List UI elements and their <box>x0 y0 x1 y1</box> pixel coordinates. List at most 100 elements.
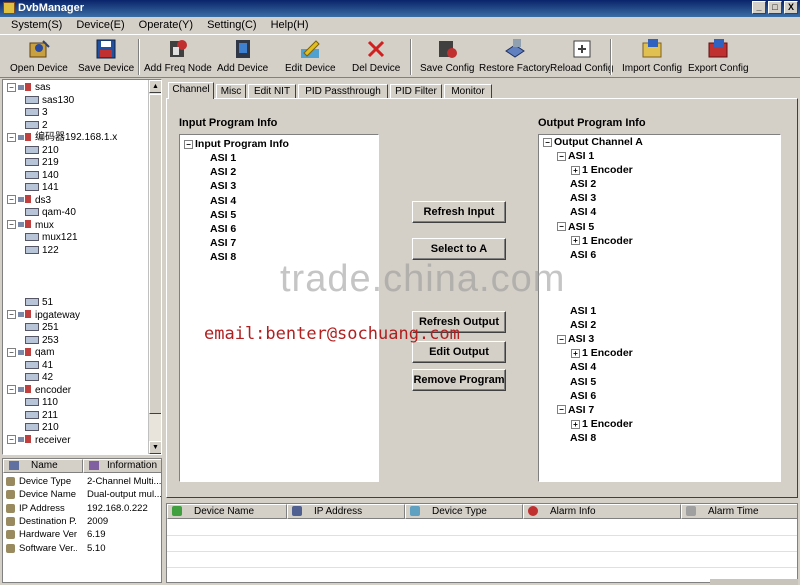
collapse-icon[interactable]: − <box>7 385 16 395</box>
tree-device-node[interactable]: 219 <box>25 157 59 169</box>
info-header-value[interactable]: Information <box>83 459 161 473</box>
input-asi-item[interactable]: ASI 6 <box>210 222 236 236</box>
reload-config-button[interactable]: Reload Config <box>550 37 613 74</box>
tree-device-node[interactable]: 3 <box>25 107 48 119</box>
tree-device-node[interactable]: qam-40 <box>25 207 76 219</box>
tree-device-node[interactable]: 41 <box>25 360 53 372</box>
menu-operate[interactable]: Operate(Y) <box>132 17 200 34</box>
output-encoder-item[interactable]: +1 Encoder <box>571 234 633 248</box>
tree-device-node[interactable]: 253 <box>25 335 59 347</box>
tab-pid-filter[interactable]: PID Filter <box>390 84 442 99</box>
output-root-node[interactable]: − Output Channel A <box>543 135 643 149</box>
export-config-button[interactable]: Export Config <box>688 37 749 74</box>
tree-group-node[interactable]: − 编码器192.168.1.x <box>7 132 117 144</box>
collapse-icon[interactable]: − <box>557 334 566 344</box>
tree-device-node[interactable]: 211 <box>25 410 58 422</box>
tab-channel[interactable]: Channel <box>168 82 214 99</box>
edit-device-button[interactable]: Edit Device <box>285 37 336 74</box>
collapse-icon[interactable]: − <box>7 435 16 445</box>
device-tree[interactable]: − sas sas130 3 2− 编码器192.168.1.x 210 219 140 141−… <box>2 79 162 455</box>
input-root-node[interactable]: − Input Program Info <box>184 137 289 151</box>
tree-device-node[interactable]: mux121 <box>25 232 78 244</box>
tree-device-node[interactable]: 110 <box>25 397 58 409</box>
tree-device-node[interactable]: 42 <box>25 372 53 384</box>
collapse-icon[interactable]: − <box>7 82 16 92</box>
output-asi-item[interactable]: − ASI 7 <box>557 403 594 417</box>
scroll-up-button[interactable]: ▲ <box>149 80 161 93</box>
tree-group-node[interactable]: − encoder <box>7 385 71 397</box>
menu-help[interactable]: Help(H) <box>264 17 316 34</box>
tab-edit-nit[interactable]: Edit NIT <box>248 84 296 99</box>
expand-icon[interactable]: + <box>571 349 580 359</box>
collapse-icon[interactable]: − <box>557 222 566 232</box>
select-to-a-button[interactable]: Select to A <box>412 238 506 260</box>
collapse-icon[interactable]: − <box>7 132 16 142</box>
output-encoder-item[interactable]: +1 Encoder <box>571 163 633 177</box>
scroll-down-button[interactable]: ▼ <box>149 441 161 454</box>
tree-group-node[interactable]: − qam <box>7 347 54 359</box>
output-asi-item[interactable]: − ASI 3 <box>557 332 594 346</box>
alarm-col-device-type[interactable]: Device Type <box>405 504 523 519</box>
tree-group-node[interactable]: − ds3 <box>7 195 51 207</box>
maximize-button[interactable]: □ <box>768 1 782 14</box>
output-asi-item[interactable]: ASI 1 <box>570 304 596 318</box>
expand-icon[interactable]: + <box>571 236 580 246</box>
input-program-list[interactable]: − Input Program Info ASI 1 ASI 2 ASI 3 ASI 4A… <box>179 134 379 482</box>
tree-device-node[interactable]: sas130 <box>25 95 74 107</box>
collapse-icon[interactable]: − <box>7 347 16 357</box>
output-asi-item[interactable]: ASI 3 <box>570 191 596 205</box>
menu-system[interactable]: System(S) <box>4 17 69 34</box>
tab-pid-passthrough[interactable]: PID Passthrough <box>298 84 388 99</box>
output-asi-item[interactable]: ASI 4 <box>570 205 596 219</box>
output-asi-item[interactable]: ASI 2 <box>570 318 596 332</box>
output-asi-item[interactable]: − ASI 5 <box>557 220 594 234</box>
close-button[interactable]: X <box>784 1 798 14</box>
output-asi-item[interactable]: ASI 4 <box>570 360 596 374</box>
input-asi-item[interactable]: ASI 4 <box>210 194 236 208</box>
alarm-col-alarm-time[interactable]: Alarm Time <box>681 504 797 519</box>
alarm-col-ip-address[interactable]: IP Address <box>287 504 405 519</box>
output-asi-item[interactable]: ASI 8 <box>570 431 596 445</box>
tree-group-node[interactable]: − mux <box>7 220 54 232</box>
output-asi-item[interactable]: ASI 6 <box>570 248 596 262</box>
tab-monitor[interactable]: Monitor <box>444 84 492 99</box>
expand-icon[interactable]: + <box>571 165 580 175</box>
output-asi-item[interactable]: ASI 5 <box>570 375 596 389</box>
scroll-thumb[interactable] <box>149 94 161 414</box>
restore-factory-button[interactable]: Restore Factory <box>479 37 550 74</box>
alarm-col-device-name[interactable]: Device Name <box>167 504 287 519</box>
tree-group-node[interactable]: − receiver <box>7 435 71 447</box>
collapse-icon[interactable]: − <box>557 405 566 415</box>
alarm-col-alarm-info[interactable]: Alarm Info <box>523 504 681 519</box>
input-asi-item[interactable]: ASI 1 <box>210 151 236 165</box>
del-device-button[interactable]: Del Device <box>352 37 400 74</box>
collapse-icon[interactable]: − <box>557 151 566 161</box>
tree-group-node[interactable]: − sas <box>7 82 51 94</box>
collapse-icon[interactable]: − <box>7 220 16 230</box>
input-asi-item[interactable]: ASI 8 <box>210 250 236 264</box>
tree-device-node[interactable]: 2 <box>25 120 48 132</box>
remove-program-button[interactable]: Remove Program <box>412 369 506 391</box>
collapse-icon[interactable]: − <box>184 139 193 149</box>
output-asi-item[interactable]: − ASI 1 <box>557 149 594 163</box>
input-asi-item[interactable]: ASI 5 <box>210 208 236 222</box>
tree-device-node[interactable]: 210 <box>25 422 59 434</box>
collapse-icon[interactable]: − <box>543 137 552 147</box>
tree-scrollbar[interactable]: ▲ ▼ <box>148 80 161 454</box>
save-device-button[interactable]: Save Device <box>78 37 134 74</box>
menu-device[interactable]: Device(E) <box>69 17 131 34</box>
tree-group-node[interactable]: − ipgateway <box>7 310 80 322</box>
tree-device-node[interactable]: 210 <box>25 145 59 157</box>
add-device-button[interactable]: Add Device <box>217 37 268 74</box>
import-config-button[interactable]: Import Config <box>622 37 682 74</box>
output-asi-item[interactable]: ASI 2 <box>570 177 596 191</box>
tree-device-node[interactable]: 140 <box>25 170 59 182</box>
info-header-name[interactable]: Name <box>3 459 83 473</box>
input-asi-item[interactable]: ASI 7 <box>210 236 236 250</box>
tree-device-node[interactable]: 51 <box>25 297 53 309</box>
collapse-icon[interactable]: − <box>7 195 16 205</box>
input-asi-item[interactable]: ASI 3 <box>210 179 236 193</box>
input-asi-item[interactable]: ASI 2 <box>210 165 236 179</box>
tree-device-node[interactable]: 141 <box>25 182 59 194</box>
output-encoder-item[interactable]: +1 Encoder <box>571 346 633 360</box>
